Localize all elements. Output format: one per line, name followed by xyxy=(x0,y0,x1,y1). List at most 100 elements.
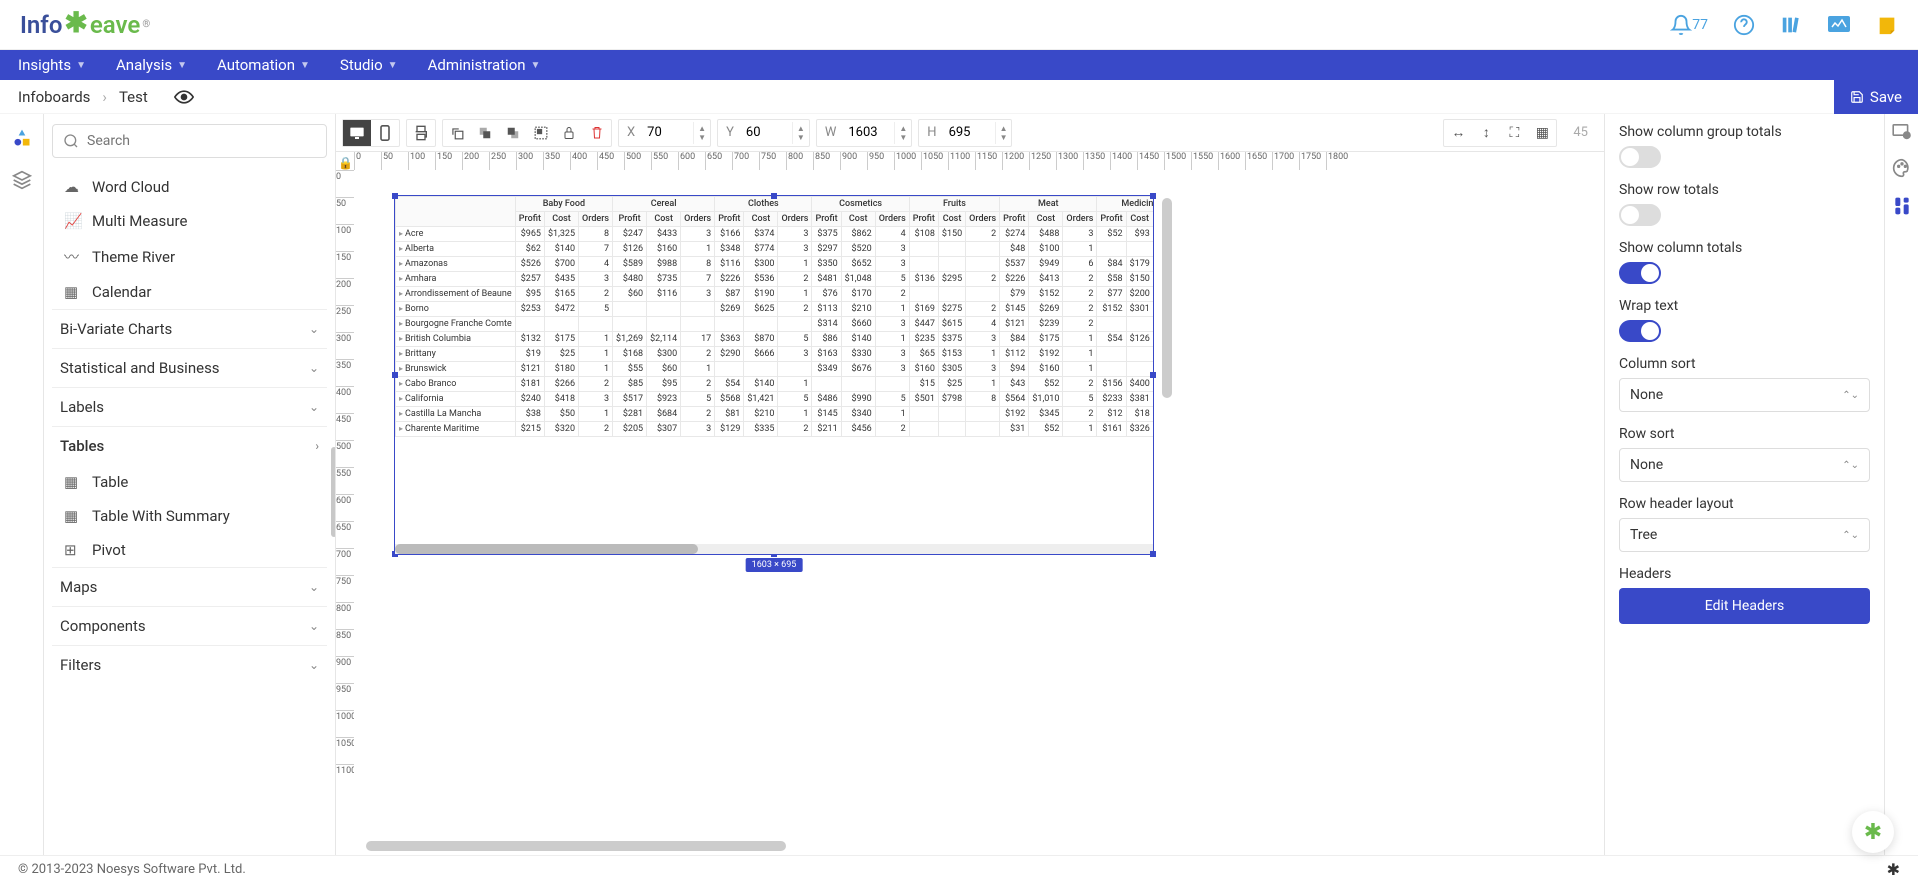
item-word-cloud[interactable]: ☁Word Cloud xyxy=(52,170,327,204)
nav-analysis[interactable]: Analysis▼ xyxy=(116,56,187,74)
search-input[interactable] xyxy=(87,133,316,149)
copy-button[interactable] xyxy=(443,120,471,146)
device-mobile-button[interactable] xyxy=(371,120,399,146)
w-input-group: W ▲▼ xyxy=(816,119,912,147)
section-statistical[interactable]: Statistical and Business⌄ xyxy=(52,348,327,387)
stack-front-icon xyxy=(506,126,520,140)
y-spinners[interactable]: ▲▼ xyxy=(792,122,809,144)
canvas-toolbar: X ▲▼ Y ▲▼ W ▲▼ H ▲▼ ↔ ↕ xyxy=(336,114,1604,152)
section-filters[interactable]: Filters⌄ xyxy=(52,645,327,684)
chevron-right-icon: › xyxy=(315,439,319,453)
chevron-updown-icon: ⌃⌄ xyxy=(1842,460,1859,471)
fit-v-button[interactable]: ↕ xyxy=(1472,120,1500,146)
chevron-right-icon: › xyxy=(102,88,107,106)
rail-palette-button[interactable] xyxy=(1892,158,1912,178)
pivot-widget[interactable]: Baby FoodCerealClothesCosmeticsFruitsMea… xyxy=(394,195,1154,555)
monitor-button[interactable] xyxy=(1827,15,1851,35)
nav-insights[interactable]: Insights▼ xyxy=(18,56,86,74)
fullscreen-button[interactable]: ⛶ xyxy=(1500,120,1528,146)
y-input-group: Y ▲▼ xyxy=(717,119,810,147)
main-layout: ☁Word Cloud 📈Multi Measure 〰Theme River … xyxy=(0,114,1918,855)
edit-headers-button[interactable]: Edit Headers xyxy=(1619,588,1870,624)
caret-down-icon: ▼ xyxy=(177,60,187,71)
section-maps[interactable]: Maps⌄ xyxy=(52,567,327,606)
crumb-root[interactable]: Infoboards xyxy=(18,88,90,106)
group-button[interactable] xyxy=(527,120,555,146)
brand-part2: eave xyxy=(90,11,140,39)
toggle-col-totals[interactable] xyxy=(1619,262,1661,284)
section-bivariate[interactable]: Bi-Variate Charts⌄ xyxy=(52,309,327,348)
item-pivot[interactable]: ⊞Pivot xyxy=(52,533,327,567)
notes-button[interactable] xyxy=(1876,14,1898,36)
pivot-table-wrap: Baby FoodCerealClothesCosmeticsFruitsMea… xyxy=(395,196,1153,542)
h-spinners[interactable]: ▲▼ xyxy=(995,122,1012,144)
canvas-scroll[interactable]: Baby FoodCerealClothesCosmeticsFruitsMea… xyxy=(354,170,1604,855)
library-button[interactable] xyxy=(1780,14,1802,36)
delete-button[interactable] xyxy=(583,120,611,146)
save-button[interactable]: Save xyxy=(1834,80,1918,114)
rail-settings-button[interactable] xyxy=(1892,124,1912,140)
chart-type-list: ☁Word Cloud 📈Multi Measure 〰Theme River … xyxy=(52,170,327,309)
item-theme-river[interactable]: 〰Theme River xyxy=(52,238,327,275)
bring-front-button[interactable] xyxy=(499,120,527,146)
rail-widgets-button[interactable] xyxy=(12,128,32,148)
canvas-inner[interactable]: Baby FoodCerealClothesCosmeticsFruitsMea… xyxy=(354,170,1604,730)
canvas-horizontal-scrollbar[interactable] xyxy=(366,841,786,851)
caret-down-icon: ▼ xyxy=(300,60,310,71)
prop-row-totals-label: Show row totals xyxy=(1619,182,1870,198)
table-icon: ▦ xyxy=(64,473,82,491)
h-input[interactable] xyxy=(945,125,995,140)
rail-properties-button[interactable] xyxy=(1893,196,1911,216)
grid-button[interactable]: ▦ xyxy=(1528,120,1556,146)
select-column-sort[interactable]: None⌃⌄ xyxy=(1619,378,1870,412)
nav-studio[interactable]: Studio▼ xyxy=(340,56,398,74)
fit-h-button[interactable]: ↔ xyxy=(1444,120,1472,146)
x-input-group: X ▲▼ xyxy=(618,119,711,147)
left-panel: ☁Word Cloud 📈Multi Measure 〰Theme River … xyxy=(44,114,336,855)
ruler-lock-icon[interactable]: 🔒 xyxy=(338,156,353,170)
chevron-down-icon: ⌄ xyxy=(309,580,319,594)
nav-automation[interactable]: Automation▼ xyxy=(217,56,310,74)
prop-col-totals-label: Show column totals xyxy=(1619,240,1870,256)
canvas-vertical-scrollbar[interactable] xyxy=(1162,198,1172,528)
section-components[interactable]: Components⌄ xyxy=(52,606,327,645)
item-table-summary[interactable]: ▦Table With Summary xyxy=(52,499,327,533)
toggle-wrap-text[interactable] xyxy=(1619,320,1661,342)
x-spinners[interactable]: ▲▼ xyxy=(693,122,710,144)
bell-icon xyxy=(1670,14,1692,36)
search-box[interactable] xyxy=(52,124,327,158)
item-table[interactable]: ▦Table xyxy=(52,465,327,499)
send-back-button[interactable] xyxy=(471,120,499,146)
w-label: W xyxy=(817,125,845,140)
caret-down-icon: ▼ xyxy=(76,60,86,71)
section-labels[interactable]: Labels⌄ xyxy=(52,387,327,426)
preview-button[interactable] xyxy=(174,90,194,104)
device-desktop-button[interactable] xyxy=(343,120,371,146)
w-spinners[interactable]: ▲▼ xyxy=(894,122,911,144)
dimension-badge: 1603 × 695 xyxy=(746,558,803,572)
layers-icon xyxy=(12,170,32,190)
notifications-button[interactable]: 77 xyxy=(1670,14,1708,36)
item-calendar[interactable]: ▦Calendar xyxy=(52,275,327,309)
print-button[interactable] xyxy=(407,120,435,146)
h-input-group: H ▲▼ xyxy=(918,119,1012,147)
section-tables[interactable]: Tables› xyxy=(52,426,327,465)
table-icon: ▦ xyxy=(64,507,82,525)
pivot-table: Baby FoodCerealClothesCosmeticsFruitsMea… xyxy=(395,196,1153,437)
page-indicator: 45 xyxy=(1563,125,1598,140)
w-input[interactable] xyxy=(844,125,894,140)
pivot-horizontal-scrollbar[interactable] xyxy=(395,544,1153,554)
item-multi-measure[interactable]: 📈Multi Measure xyxy=(52,204,327,238)
toggle-col-group-totals[interactable] xyxy=(1619,146,1661,168)
x-input[interactable] xyxy=(643,125,693,140)
help-button[interactable] xyxy=(1733,14,1755,36)
floating-help-button[interactable]: ✱ xyxy=(1852,811,1894,853)
toggle-row-totals[interactable] xyxy=(1619,204,1661,226)
select-row-sort[interactable]: None⌃⌄ xyxy=(1619,448,1870,482)
debug-button[interactable]: ✱ xyxy=(1887,860,1900,879)
select-row-header-layout[interactable]: Tree⌃⌄ xyxy=(1619,518,1870,552)
rail-layers-button[interactable] xyxy=(12,170,32,190)
lock-button[interactable] xyxy=(555,120,583,146)
y-input[interactable] xyxy=(742,125,792,140)
nav-administration[interactable]: Administration▼ xyxy=(428,56,541,74)
